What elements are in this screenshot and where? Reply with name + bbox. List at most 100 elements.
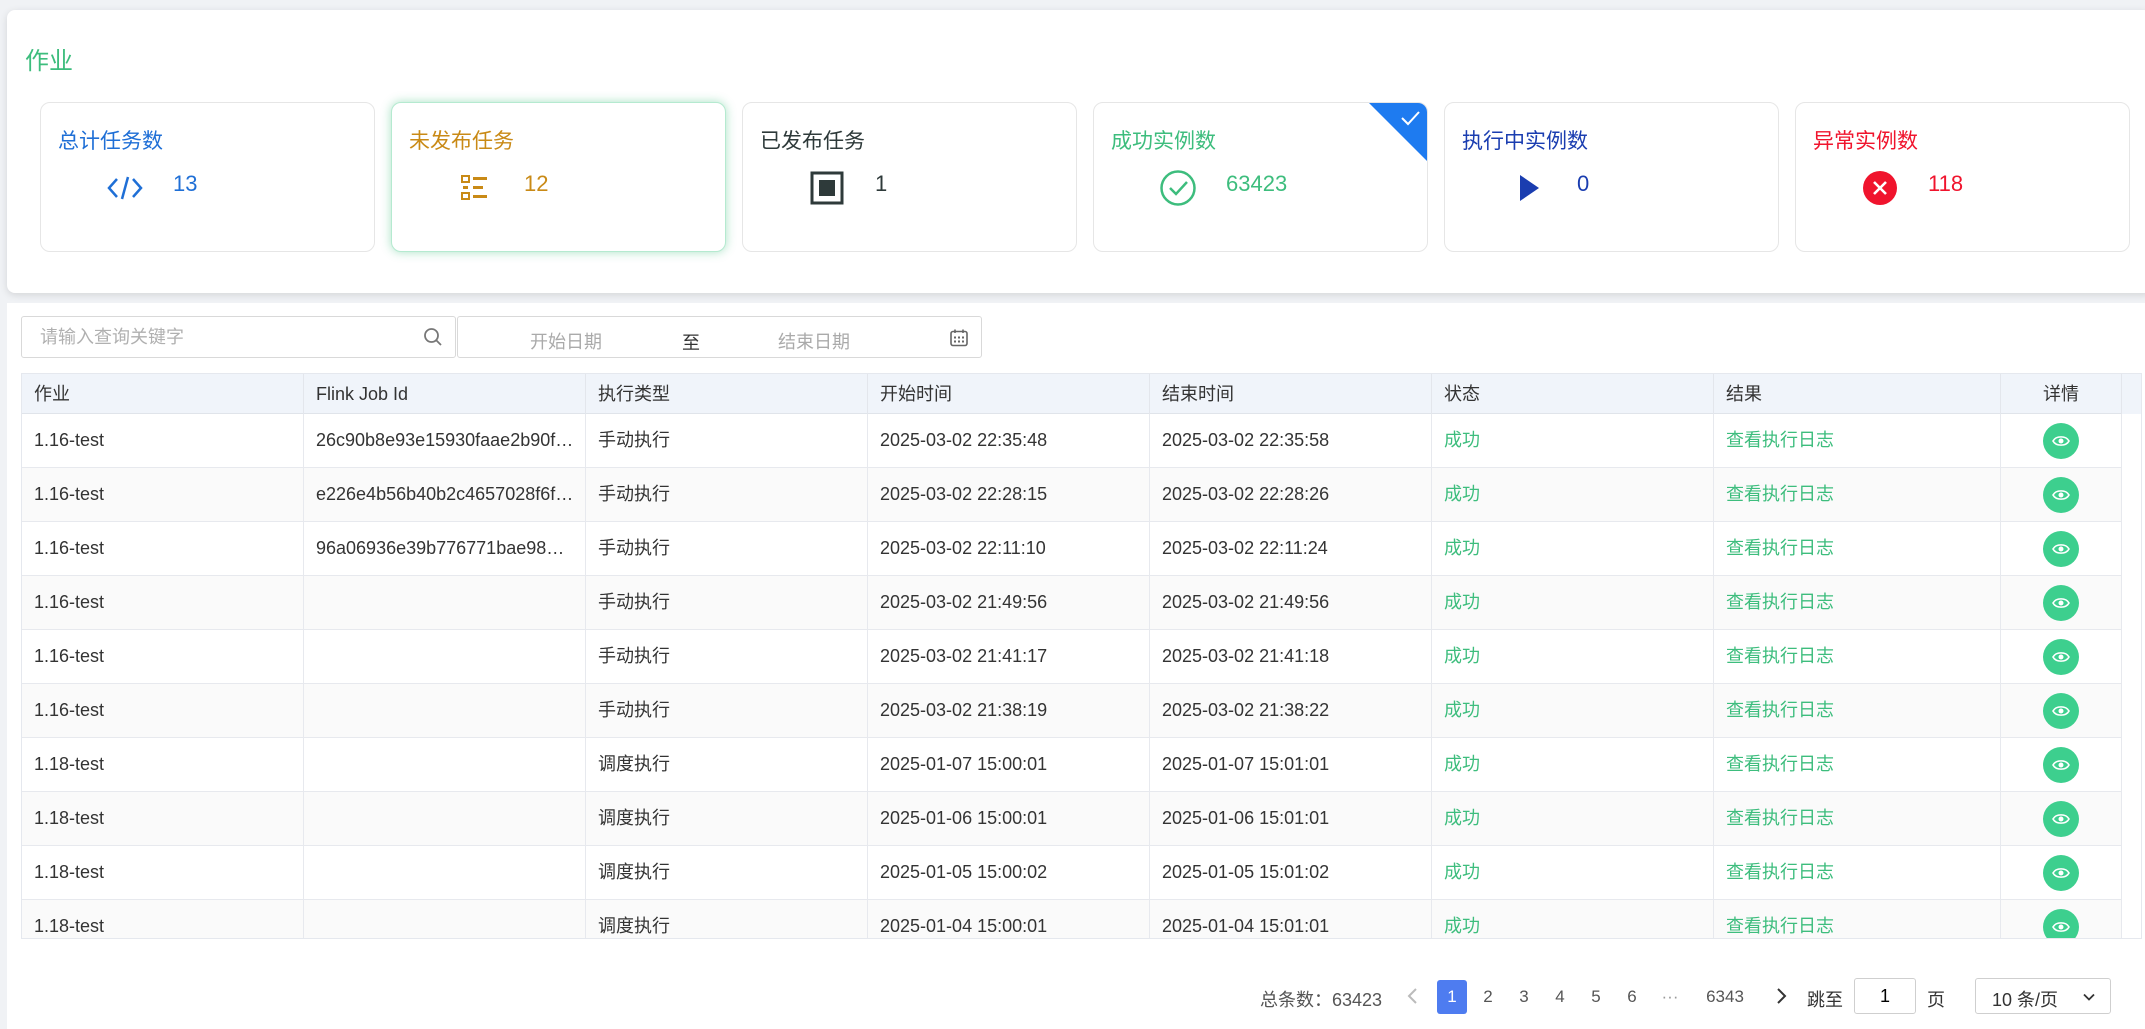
column-header-flink-job-id[interactable]: Flink Job Id [304, 374, 586, 414]
card-published-tasks[interactable]: 已发布任务 1 [742, 102, 1077, 252]
stats-panel: 作业 总计任务数 13 未发布任务 12 已发布任务 1 成功实例数 63423… [7, 10, 2145, 293]
column-header-end-time[interactable]: 结束时间 [1150, 374, 1432, 414]
status-cell: 成功 [1432, 576, 1714, 630]
start-time-cell: 2025-01-05 15:00:02 [868, 846, 1150, 900]
card-label: 成功实例数 [1111, 130, 1216, 153]
exec-type-cell: 手动执行 [586, 468, 868, 522]
column-header-exec-type[interactable]: 执行类型 [586, 374, 868, 414]
card-error-instances[interactable]: 异常实例数 118 [1795, 102, 2130, 252]
date-separator: 至 [682, 333, 700, 353]
search-input[interactable] [22, 317, 412, 357]
start-date-input[interactable]: 开始日期 [530, 328, 602, 354]
view-detail-button[interactable] [2043, 693, 2079, 729]
total-label: 总条数： [1260, 990, 1332, 1010]
view-log-link[interactable]: 查看执行日志 [1714, 846, 2001, 900]
eye-icon [2052, 436, 2070, 446]
view-detail-button[interactable] [2043, 585, 2079, 621]
view-detail-button[interactable] [2043, 477, 2079, 513]
eye-icon [2052, 598, 2070, 608]
page-button-1[interactable]: 1 [1437, 980, 1467, 1014]
exec-type-cell: 手动执行 [586, 630, 868, 684]
check-icon [1401, 111, 1420, 126]
view-log-link[interactable]: 查看执行日志 [1714, 900, 2001, 938]
end-time-cell: 2025-03-02 22:35:58 [1150, 414, 1432, 468]
end-time-cell: 2025-03-02 21:41:18 [1150, 630, 1432, 684]
eye-icon [2052, 490, 2070, 500]
end-date-input[interactable]: 结束日期 [778, 328, 850, 354]
total-value: 63423 [1332, 990, 1383, 1010]
view-log-link[interactable]: 查看执行日志 [1714, 522, 2001, 576]
view-log-link[interactable]: 查看执行日志 [1714, 738, 2001, 792]
job-cell: 1.18-test [22, 738, 304, 792]
start-time-cell: 2025-01-06 15:00:01 [868, 792, 1150, 846]
view-log-link[interactable]: 查看执行日志 [1714, 414, 2001, 468]
eye-icon [2052, 868, 2070, 878]
column-header-job[interactable]: 作业 [22, 374, 304, 414]
view-detail-button[interactable] [2043, 909, 2079, 938]
exec-type-cell: 手动执行 [586, 684, 868, 738]
page-button-2[interactable]: 2 [1473, 980, 1503, 1014]
flink-job-id-cell [304, 846, 586, 900]
page-button-last[interactable]: 6343 [1699, 980, 1751, 1014]
start-time-cell: 2025-03-02 22:28:15 [868, 468, 1150, 522]
view-detail-button[interactable] [2043, 855, 2079, 891]
view-log-link[interactable]: 查看执行日志 [1714, 684, 2001, 738]
view-detail-button[interactable] [2043, 747, 2079, 783]
flink-job-id-cell [304, 684, 586, 738]
card-label: 总计任务数 [58, 130, 163, 153]
view-log-link[interactable]: 查看执行日志 [1714, 792, 2001, 846]
detail-cell [2001, 522, 2122, 576]
view-detail-button[interactable] [2043, 639, 2079, 675]
exec-type-cell: 手动执行 [586, 414, 868, 468]
eye-icon [2052, 760, 2070, 770]
search-icon[interactable] [423, 327, 443, 347]
view-detail-button[interactable] [2043, 423, 2079, 459]
job-cell: 1.16-test [22, 576, 304, 630]
date-range-picker[interactable]: 开始日期 至 结束日期 [457, 316, 982, 358]
card-total-tasks[interactable]: 总计任务数 13 [40, 102, 375, 252]
column-header-result[interactable]: 结果 [1714, 374, 2001, 414]
search-box[interactable] [21, 316, 456, 358]
page-button-3[interactable]: 3 [1509, 980, 1539, 1014]
calendar-icon[interactable] [949, 328, 969, 348]
view-log-link[interactable]: 查看执行日志 [1714, 630, 2001, 684]
page-ellipsis[interactable]: ··· [1655, 980, 1685, 1014]
scrollbar-gutter [2122, 374, 2141, 414]
job-cell: 1.18-test [22, 900, 304, 938]
job-cell: 1.16-test [22, 684, 304, 738]
view-detail-button[interactable] [2043, 801, 2079, 837]
view-detail-button[interactable] [2043, 531, 2079, 567]
end-time-cell: 2025-01-05 15:01:02 [1150, 846, 1432, 900]
view-log-link[interactable]: 查看执行日志 [1714, 468, 2001, 522]
job-cell: 1.18-test [22, 846, 304, 900]
page-button-5[interactable]: 5 [1581, 980, 1611, 1014]
card-value: 0 [1577, 171, 1590, 196]
column-header-status[interactable]: 状态 [1432, 374, 1714, 414]
code-icon [105, 168, 145, 208]
view-log-link[interactable]: 查看执行日志 [1714, 576, 2001, 630]
card-running-instances[interactable]: 执行中实例数 0 [1444, 102, 1779, 252]
pagination: 总条数：63423 1 2 3 4 5 6 ··· 6343 跳至 页 10 条… [7, 976, 2145, 1016]
detail-cell [2001, 738, 2122, 792]
exec-type-cell: 调度执行 [586, 900, 868, 938]
column-header-start-time[interactable]: 开始时间 [868, 374, 1150, 414]
table-row: 1.16-test 26c90b8e93e15930faae2b90f… 手动执行 2… [22, 414, 2122, 468]
page-size-select[interactable]: 10 条/页 [1975, 978, 2111, 1014]
page-button-4[interactable]: 4 [1545, 980, 1575, 1014]
column-header-detail[interactable]: 详情 [2001, 374, 2122, 414]
check-circle-icon [1158, 168, 1198, 208]
table-row: 1.16-test 手动执行 2025-03-02 21:41:17 2025-03-… [22, 630, 2122, 684]
detail-cell [2001, 846, 2122, 900]
exec-type-cell: 调度执行 [586, 846, 868, 900]
goto-page-input[interactable] [1854, 978, 1916, 1014]
goto-label: 跳至 [1807, 990, 1843, 1010]
page-button-6[interactable]: 6 [1617, 980, 1647, 1014]
page-title: 作业 [25, 48, 73, 75]
card-success-instances[interactable]: 成功实例数 63423 [1093, 102, 1428, 252]
exec-type-cell: 手动执行 [586, 522, 868, 576]
status-cell: 成功 [1432, 738, 1714, 792]
card-unpublished-tasks[interactable]: 未发布任务 12 [391, 102, 726, 252]
chevron-right-icon[interactable] [1771, 986, 1791, 1006]
table-header: 作业 Flink Job Id 执行类型 开始时间 结束时间 状态 结果 详情 [22, 374, 2122, 414]
chevron-left-icon[interactable] [1403, 986, 1423, 1006]
